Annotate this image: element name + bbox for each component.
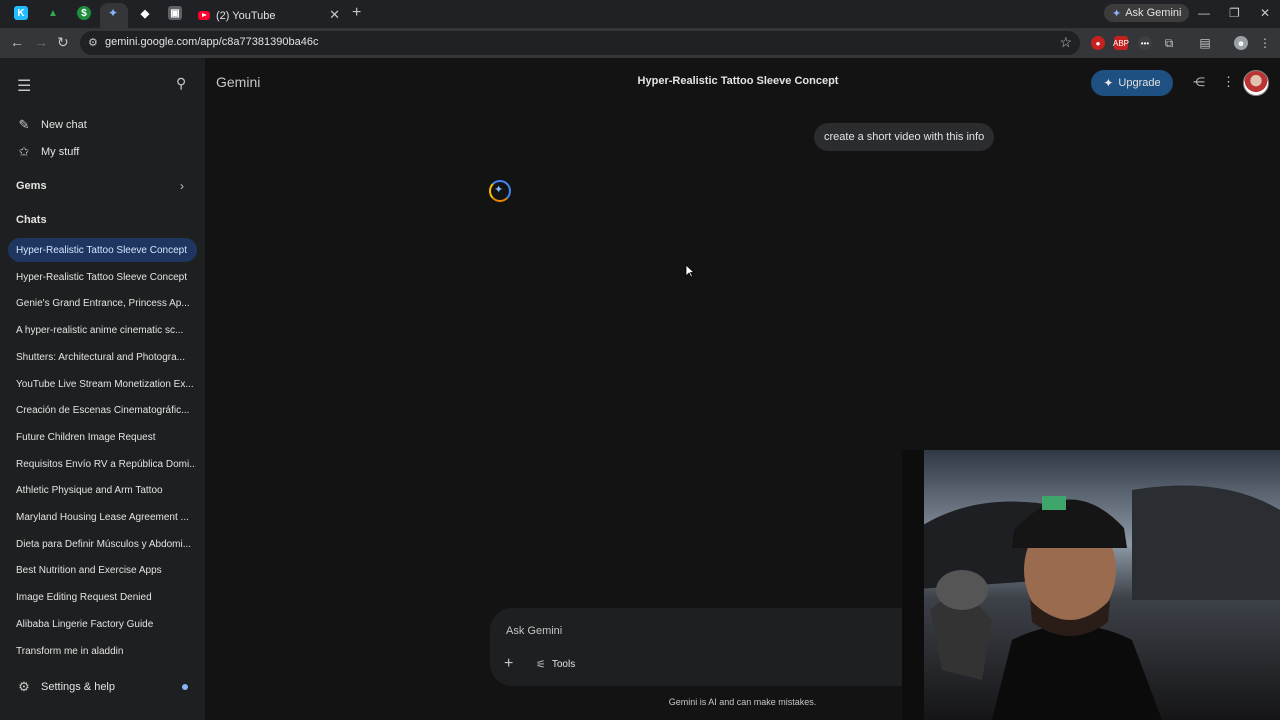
url-text[interactable]: gemini.google.com/app/c8a77381390ba46c: [105, 36, 318, 48]
edit-icon: ✎: [18, 117, 30, 132]
settings-label: Settings & help: [41, 681, 115, 693]
extensions-puzzle-icon[interactable]: ⧉: [1162, 36, 1176, 50]
close-window-icon[interactable]: ✕: [1260, 6, 1270, 20]
adblock-extension-icon[interactable]: ABP: [1113, 36, 1129, 50]
share-icon[interactable]: ⋲: [1193, 75, 1205, 89]
conversation-title: Hyper-Realistic Tattoo Sleeve Concept: [637, 75, 839, 87]
ask-gemini-button[interactable]: ✦ Ask Gemini: [1104, 4, 1190, 22]
bookmark-star-icon[interactable]: ☆: [1059, 34, 1072, 51]
gems-heading[interactable]: Gems: [16, 180, 47, 192]
chrome-menu-icon[interactable]: ⋮: [1258, 36, 1272, 50]
gear-icon: ⚙: [18, 679, 30, 694]
chat-item[interactable]: Dieta para Definir Músculos y Abdomi...: [8, 532, 196, 556]
search-icon[interactable]: ⚲: [176, 75, 186, 92]
youtube-tab[interactable]: (2) YouTube ✕: [190, 3, 350, 28]
hamburger-menu-icon[interactable]: ☰: [17, 76, 31, 96]
star-icon: ✩: [18, 144, 30, 159]
omnibox[interactable]: ⚙ gemini.google.com/app/c8a77381390ba46c…: [80, 31, 1080, 55]
youtube-tab-title: (2) YouTube: [216, 9, 276, 22]
user-message-bubble: create a short video with this info: [814, 123, 995, 151]
gemini-spark-icon: ✦: [1112, 7, 1122, 20]
prompt-input[interactable]: [504, 620, 888, 642]
add-attachment-icon[interactable]: +: [504, 655, 513, 673]
diamond-tab-icon[interactable]: ◆: [138, 6, 152, 20]
chevron-right-icon[interactable]: ›: [180, 179, 184, 193]
ask-gemini-label: Ask Gemini: [1125, 7, 1182, 19]
app-tab-icon[interactable]: ▣: [168, 6, 182, 20]
close-tab-icon[interactable]: ✕: [329, 7, 340, 23]
my-stuff-label: My stuff: [41, 146, 80, 158]
side-panel-icon[interactable]: ▤: [1198, 36, 1212, 50]
extension-dots-icon[interactable]: •••: [1138, 36, 1152, 50]
tools-sliders-icon: ⚟: [536, 659, 546, 671]
chats-heading: Chats: [16, 214, 47, 226]
mouse-cursor-icon: [685, 264, 696, 281]
google-drive-tab-icon[interactable]: ▲: [46, 6, 60, 20]
chat-item[interactable]: A hyper-realistic anime cinematic sc...: [8, 318, 196, 342]
address-bar: ← → ↻ ⚙ gemini.google.com/app/c8a7738139…: [0, 28, 1280, 58]
chat-item[interactable]: YouTube Live Stream Monetization Ex...: [8, 372, 196, 396]
kaggle-tab-icon[interactable]: K: [14, 6, 28, 20]
chat-item[interactable]: Hyper-Realistic Tattoo Sleeve Concept: [8, 238, 197, 262]
chat-item[interactable]: Image Editing Request Denied: [8, 585, 196, 609]
notification-dot: [182, 684, 188, 690]
webcam-overlay: [902, 450, 1280, 720]
upgrade-label: Upgrade: [1118, 77, 1161, 89]
dollar-tab-icon[interactable]: $: [77, 6, 91, 20]
site-info-icon[interactable]: ⚙: [88, 36, 98, 49]
avatar[interactable]: [1243, 70, 1269, 96]
chat-item[interactable]: Shutters: Architectural and Photogra...: [8, 345, 196, 369]
tools-button[interactable]: ⚟ Tools: [536, 658, 575, 671]
extension-red-icon[interactable]: ●: [1091, 36, 1105, 50]
webcam-person-image: [902, 450, 1280, 720]
more-options-icon[interactable]: ⋮: [1222, 74, 1235, 90]
upgrade-button[interactable]: ✦ Upgrade: [1091, 70, 1173, 96]
composer: + ⚟ Tools: [490, 608, 930, 686]
gemini-brand[interactable]: Gemini: [216, 74, 260, 90]
minimize-icon[interactable]: —: [1198, 6, 1210, 20]
active-tab[interactable]: ✦: [100, 3, 128, 28]
profile-avatar-icon[interactable]: ☻: [1234, 36, 1248, 50]
disclaimer-text: Gemini is AI and can make mistakes.: [668, 697, 817, 707]
forward-icon[interactable]: →: [34, 34, 48, 50]
new-tab-button[interactable]: +: [352, 4, 361, 22]
restore-icon[interactable]: ❐: [1229, 6, 1240, 20]
chat-item[interactable]: Best Nutrition and Exercise Apps: [8, 558, 196, 582]
chat-item[interactable]: Athletic Physique and Arm Tattoo: [8, 478, 196, 502]
chat-item[interactable]: Transform me in aladdin: [8, 639, 196, 663]
chat-item[interactable]: Genie's Grand Entrance, Princess Ap...: [8, 291, 196, 315]
reload-icon[interactable]: ↻: [57, 34, 69, 51]
chat-item[interactable]: Creación de Escenas Cinematográfic...: [8, 398, 196, 422]
chat-item[interactable]: Future Children Image Request: [8, 425, 196, 449]
chat-item[interactable]: Requisitos Envío RV a República Domi...: [8, 452, 196, 476]
sidebar: ☰ ⚲ ✎ New chat ✩ My stuff Gems › Chats H…: [0, 58, 205, 720]
back-icon[interactable]: ←: [10, 34, 24, 50]
gemini-loading-icon: ✦: [489, 180, 511, 202]
browser-tab-strip: K ▲ $ ✦ ◆ ▣ (2) YouTube ✕ + ✦ Ask Gemini…: [0, 0, 1280, 28]
youtube-icon: [198, 11, 210, 20]
spark-icon: ✦: [1103, 76, 1114, 90]
gemini-spark-icon: ✦: [108, 6, 119, 20]
new-chat-label: New chat: [41, 119, 87, 131]
settings-help-button[interactable]: ⚙ Settings & help: [16, 679, 115, 695]
chat-item[interactable]: Alibaba Lingerie Factory Guide: [8, 612, 196, 636]
tools-label: Tools: [551, 659, 576, 670]
new-chat-button[interactable]: ✎ New chat: [16, 117, 87, 133]
my-stuff-button[interactable]: ✩ My stuff: [16, 144, 80, 160]
chat-item[interactable]: Hyper-Realistic Tattoo Sleeve Concept: [8, 265, 196, 289]
chat-item[interactable]: Maryland Housing Lease Agreement ...: [8, 505, 196, 529]
